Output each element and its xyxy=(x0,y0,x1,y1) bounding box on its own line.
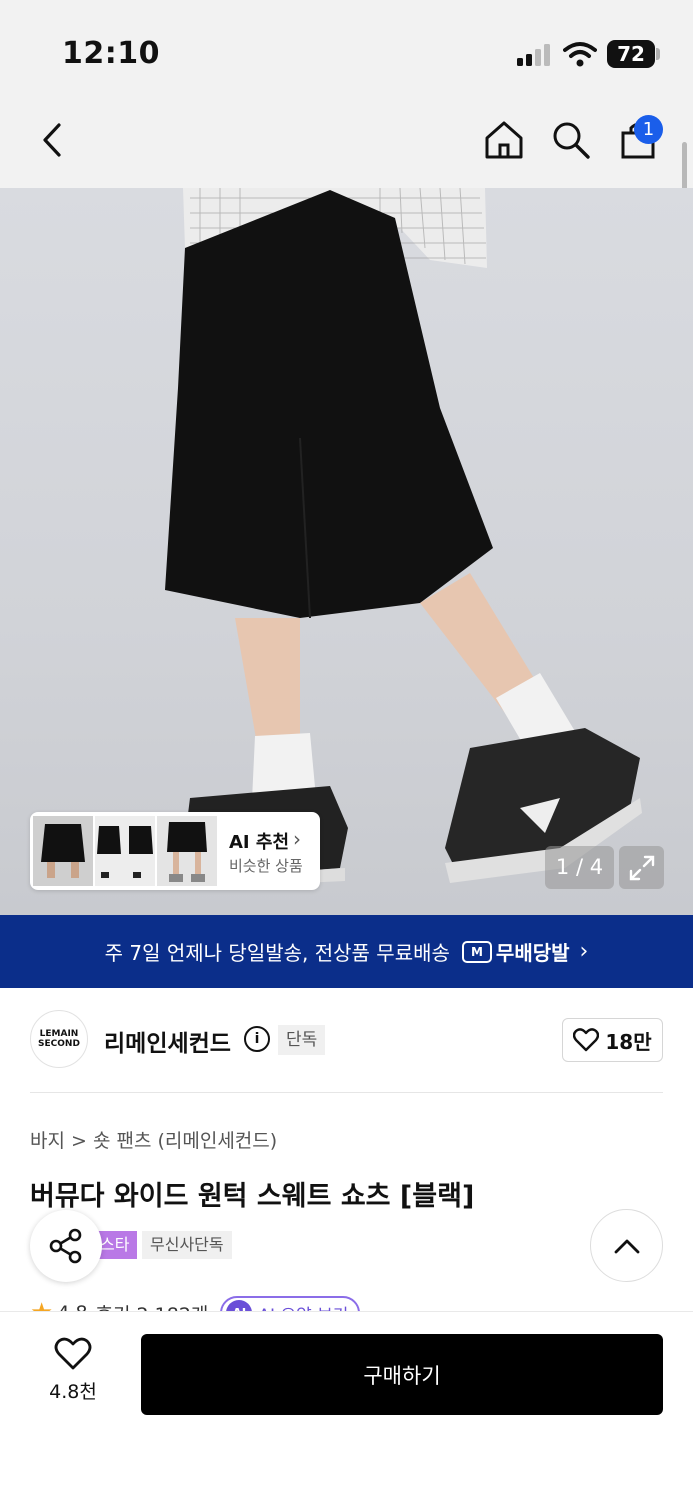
ai-recommend-subtitle: 비슷한 상품 xyxy=(229,857,303,875)
expand-image-button[interactable] xyxy=(619,846,664,889)
ai-icon: AI xyxy=(226,1300,253,1311)
product-image[interactable] xyxy=(0,188,693,915)
wishlist-button[interactable]: 4.8천 xyxy=(30,1337,116,1417)
delivery-banner[interactable]: 주 7일 언제나 당일발송, 전상품 무료배송 M 무배당발 › xyxy=(0,915,693,988)
truck-icon: M xyxy=(461,940,492,963)
home-icon xyxy=(485,121,523,159)
rating-row[interactable]: ★ 4.8 후기 2,182개 AI AI 요약 보기 xyxy=(30,1290,430,1311)
heart-icon xyxy=(573,1028,600,1052)
model-photo-illustration xyxy=(165,188,642,888)
info-icon[interactable]: i xyxy=(244,1026,270,1052)
ai-summary-label: AI 요약 보기 xyxy=(258,1301,348,1312)
wifi-icon xyxy=(563,40,597,68)
expand-icon xyxy=(629,855,654,880)
chevron-up-icon xyxy=(614,1239,639,1253)
ai-recommend-title[interactable]: AI 추천 xyxy=(229,828,289,854)
chevron-right-icon: › xyxy=(579,939,589,964)
free-delivery-logo: M 무배당발 xyxy=(461,937,570,966)
back-button[interactable] xyxy=(28,116,76,164)
product-title: 버뮤다 와이드 원턱 스웨트 쇼츠 [블랙] xyxy=(30,1181,475,1212)
ai-summary-button[interactable]: AI AI 요약 보기 xyxy=(220,1296,361,1312)
buy-button[interactable]: 구매하기 xyxy=(141,1334,663,1415)
banner-brand: 무배당발 xyxy=(495,941,570,965)
status-bar: 12:10 72 xyxy=(0,0,693,100)
brand-name[interactable]: 리메인세컨드 xyxy=(104,1024,231,1058)
scroll-top-button[interactable] xyxy=(590,1209,663,1282)
brand-like-button[interactable]: 18만 xyxy=(562,1018,663,1062)
brand-logo-line2: SECOND xyxy=(38,1039,80,1049)
recommend-thumb-2[interactable] xyxy=(95,816,155,886)
image-pager: 1 / 4 xyxy=(545,846,614,889)
banner-text: 주 7일 언제나 당일발송, 전상품 무료배송 xyxy=(104,941,450,965)
search-button[interactable] xyxy=(547,116,595,164)
heart-icon xyxy=(54,1337,92,1370)
signal-icon xyxy=(517,44,553,66)
rating-value: 4.8 xyxy=(57,1302,87,1311)
star-icon: ★ xyxy=(30,1298,53,1311)
battery-icon: 72 xyxy=(607,40,655,68)
chevron-right-icon: › xyxy=(293,827,301,851)
home-button[interactable] xyxy=(480,116,528,164)
chevron-left-icon xyxy=(43,123,61,157)
breadcrumb[interactable]: 바지 > 숏 팬츠 (리메인세컨드) xyxy=(30,1126,277,1153)
brand-logo[interactable]: LEMAIN SECOND xyxy=(30,1010,88,1068)
cart-count-badge: 1 xyxy=(634,115,663,144)
review-count[interactable]: 후기 2,182개 xyxy=(96,1300,209,1312)
exclusive-tag: 단독 xyxy=(278,1025,326,1055)
divider xyxy=(30,1092,663,1093)
share-button[interactable] xyxy=(30,1210,102,1282)
brand-like-count: 18만 xyxy=(605,1029,652,1054)
recommend-thumb-3[interactable] xyxy=(157,816,217,886)
share-icon xyxy=(49,1228,82,1264)
top-navigation xyxy=(0,100,693,188)
battery-tip xyxy=(656,48,660,60)
search-icon xyxy=(553,122,590,159)
wishlist-count: 4.8천 xyxy=(49,1381,97,1403)
musinsa-exclusive-tag: 무신사단독 xyxy=(142,1231,232,1259)
status-time: 12:10 xyxy=(62,36,160,71)
brand-logo-line1: LEMAIN xyxy=(39,1029,79,1039)
recommend-thumb-1[interactable] xyxy=(33,816,93,886)
